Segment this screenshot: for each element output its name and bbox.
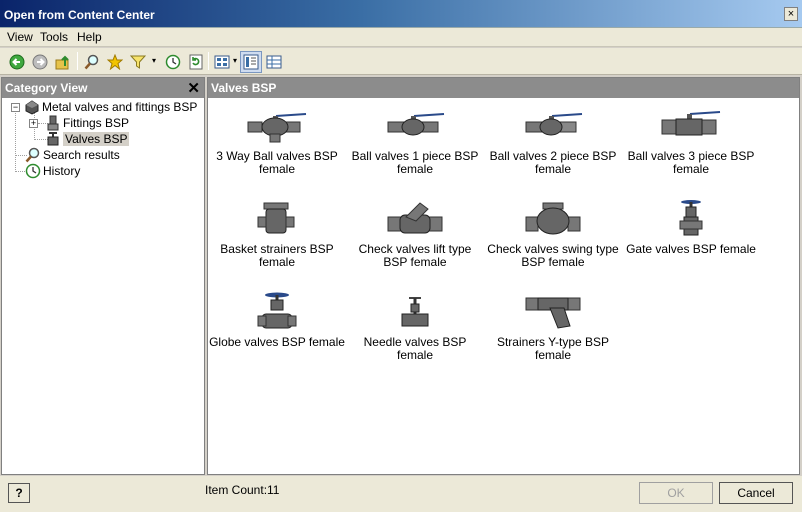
search-icon[interactable]: [81, 51, 103, 73]
check-valve-swing-icon: [484, 197, 622, 241]
window-title: Open from Content Center: [4, 8, 155, 22]
back-icon[interactable]: [6, 51, 28, 73]
tree-item-label: Search results: [43, 148, 120, 162]
tree-item-valves[interactable]: Valves BSP: [45, 131, 130, 147]
content-title: Valves BSP: [211, 81, 277, 95]
menu-help[interactable]: Help: [77, 30, 102, 44]
tree-item-label: Valves BSP: [63, 132, 130, 146]
ball-valve-1piece-icon: [346, 104, 484, 148]
item-check-valves-lift[interactable]: Check valves lift type BSP female: [346, 197, 484, 269]
category-view-header: Category View ✕: [2, 78, 204, 98]
item-label: Basket strainers BSP female: [220, 242, 334, 269]
item-label: Check valves swing type BSP female: [487, 242, 619, 269]
item-label: Ball valves 2 piece BSP female: [489, 149, 617, 176]
up-folder-icon[interactable]: [52, 51, 74, 73]
toolbar: ▾ ▾: [0, 48, 802, 75]
status-bar: ? Item Count:11 OK Cancel: [0, 476, 802, 512]
basket-strainer-icon: [208, 197, 346, 241]
content-panel: Valves BSP 3 Way Ball valves BSP female …: [207, 77, 800, 475]
item-label: 3 Way Ball valves BSP female: [216, 149, 338, 176]
table-view-icon[interactable]: [263, 51, 285, 73]
favorites-star-icon[interactable]: [104, 51, 126, 73]
check-valve-lift-icon: [346, 197, 484, 241]
cancel-button[interactable]: Cancel: [719, 482, 793, 504]
filter-dropdown-icon[interactable]: ▾: [152, 56, 156, 65]
item-globe-valves[interactable]: Globe valves BSP female: [208, 290, 346, 349]
item-label: Ball valves 3 piece BSP female: [627, 149, 755, 176]
gate-valve-icon: [622, 197, 760, 241]
menu-view[interactable]: View: [7, 30, 33, 44]
item-label: Check valves lift type BSP female: [358, 242, 472, 269]
detail-view-icon[interactable]: [240, 51, 262, 73]
menu-bar: View Tools Help: [0, 28, 802, 47]
forward-icon[interactable]: [29, 51, 51, 73]
tree-item-label: History: [43, 164, 81, 178]
item-gate-valves[interactable]: Gate valves BSP female: [622, 197, 760, 256]
valve-icon: [45, 131, 61, 147]
tree-item-label: Fittings BSP: [63, 116, 130, 130]
ok-button[interactable]: OK: [639, 482, 713, 504]
fitting-icon: [45, 115, 61, 131]
tree-item-search-results[interactable]: Search results: [25, 147, 120, 163]
item-y-strainers[interactable]: Strainers Y-type BSP female: [484, 290, 622, 362]
tree-item-label: Metal valves and fittings BSP: [42, 100, 198, 114]
item-label: Needle valves BSP female: [363, 335, 467, 362]
item-3way-ball-valves[interactable]: 3 Way Ball valves BSP female: [208, 104, 346, 176]
item-check-valves-swing[interactable]: Check valves swing type BSP female: [484, 197, 622, 269]
menu-tools[interactable]: Tools: [40, 30, 68, 44]
filter-icon[interactable]: [127, 51, 149, 73]
refresh-icon[interactable]: [185, 51, 207, 73]
category-view-panel: Category View ✕ − Metal valves and fitti…: [1, 77, 205, 475]
view-dropdown-icon[interactable]: ▾: [233, 56, 237, 65]
ball-valve-3way-icon: [208, 104, 346, 148]
item-label: Ball valves 1 piece BSP female: [351, 149, 479, 176]
ball-valve-2piece-icon: [484, 104, 622, 148]
item-ball-valves-1piece[interactable]: Ball valves 1 piece BSP female: [346, 104, 484, 176]
close-window-button[interactable]: ×: [784, 7, 798, 21]
view-options-icon[interactable]: [211, 51, 233, 73]
y-strainer-icon: [484, 290, 622, 334]
tree-item-metal-valves[interactable]: Metal valves and fittings BSP: [24, 99, 197, 115]
content-header: Valves BSP: [208, 78, 799, 98]
globe-valve-icon: [208, 290, 346, 334]
title-bar: Open from Content Center ×: [0, 0, 802, 28]
close-panel-icon[interactable]: ✕: [187, 79, 200, 97]
ball-valve-3piece-icon: [622, 104, 760, 148]
item-ball-valves-2piece[interactable]: Ball valves 2 piece BSP female: [484, 104, 622, 176]
category-view-title: Category View: [5, 81, 88, 95]
expander-metal-valves[interactable]: −: [11, 103, 20, 112]
history-icon[interactable]: [162, 51, 184, 73]
valve-category-icon: [24, 99, 40, 115]
item-basket-strainers[interactable]: Basket strainers BSP female: [208, 197, 346, 269]
item-label: Globe valves BSP female: [209, 335, 345, 349]
tree-item-fittings[interactable]: Fittings BSP: [45, 115, 129, 131]
tree-item-history[interactable]: History: [25, 163, 80, 179]
expander-fittings[interactable]: +: [29, 119, 38, 128]
item-count: Item Count:11: [205, 483, 280, 497]
search-results-icon: [25, 147, 41, 163]
item-label: Gate valves BSP female: [626, 242, 756, 256]
history-icon: [25, 163, 41, 179]
help-button[interactable]: ?: [8, 483, 30, 503]
item-label: Strainers Y-type BSP female: [496, 335, 610, 362]
item-ball-valves-3piece[interactable]: Ball valves 3 piece BSP female: [622, 104, 760, 176]
needle-valve-icon: [346, 290, 484, 334]
item-needle-valves[interactable]: Needle valves BSP female: [346, 290, 484, 362]
